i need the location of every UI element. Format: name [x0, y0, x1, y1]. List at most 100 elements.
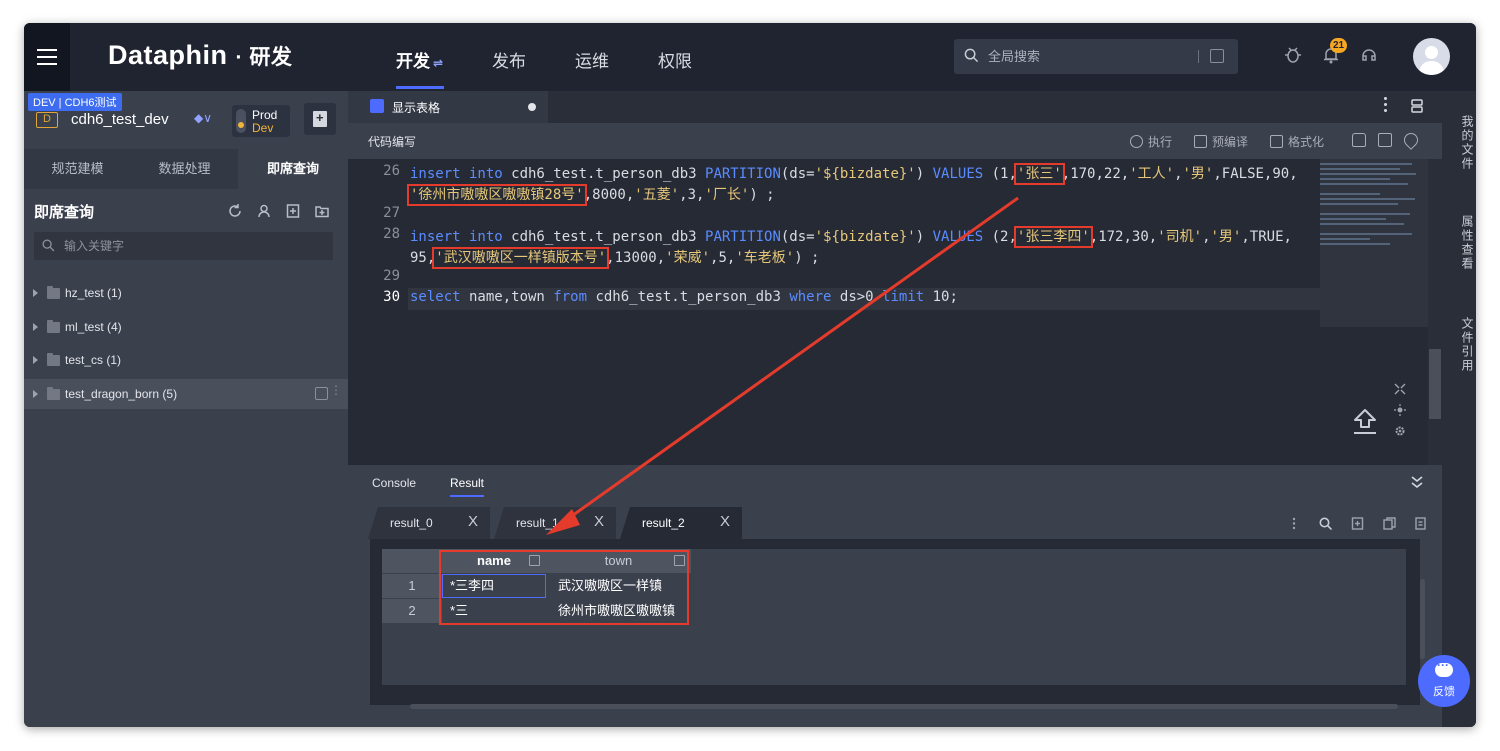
feedback-button[interactable]: 反馈 [1418, 655, 1470, 707]
export-icon[interactable] [1351, 517, 1364, 530]
row-number-header [382, 549, 442, 573]
lock-icon[interactable] [1352, 133, 1366, 147]
code-line: '徐州市嗷嗷区嗷嗷镇28号',8000,'五菱',3,'厂长') ; [407, 184, 775, 206]
file-tab[interactable]: 显示表格 [348, 91, 548, 123]
nav-tab-develop[interactable]: 开发 ⇌ [396, 47, 443, 72]
caret-right-icon[interactable] [33, 289, 38, 297]
code-minimap[interactable] [1320, 159, 1442, 465]
keyword-search-input[interactable] [64, 232, 314, 260]
result-tab-0[interactable]: result_0 X [368, 507, 490, 539]
env-badge: DEV | CDH6测试 [28, 93, 122, 111]
line-number: 30 [383, 289, 400, 305]
highlight-box: '张三李四' [1013, 226, 1093, 248]
run-button[interactable]: 执行 [1130, 133, 1172, 150]
tree-item[interactable]: ml_test (4) [24, 312, 348, 342]
more-icon[interactable] [1292, 517, 1296, 530]
global-search[interactable] [954, 39, 1238, 74]
avatar-head [1425, 46, 1438, 59]
add-file-icon[interactable] [286, 204, 300, 218]
format-icon [1270, 135, 1283, 148]
tab-result[interactable]: Result [450, 476, 484, 490]
panel-title: 即席查询 [34, 204, 95, 221]
code-editor[interactable]: 26 27 28 29 30 insert into cdh6_test.t_p… [348, 159, 1320, 465]
sidebar-item-file-references[interactable]: 文件引用 [1442, 317, 1476, 373]
file-tab-title: 显示表格 [392, 101, 441, 115]
nav-tab-ops[interactable]: 运维 [575, 47, 609, 72]
toggle-track [236, 109, 246, 133]
result-tab-2[interactable]: result_2 X [620, 507, 742, 539]
nav-tab-publish[interactable]: 发布 [492, 47, 526, 72]
new-file-button[interactable] [304, 103, 336, 135]
close-icon[interactable]: X [468, 513, 478, 530]
more-icon[interactable]: ⋮ [330, 384, 342, 396]
folder-icon [47, 285, 60, 299]
code-line: insert into cdh6_test.t_person_db3 PARTI… [410, 226, 1292, 248]
folder-icon [47, 352, 60, 366]
caret-right-icon[interactable] [33, 390, 38, 398]
tree-item[interactable]: test_dragon_born (5) ⋮ [24, 379, 348, 409]
bug-icon[interactable] [1283, 45, 1303, 65]
tab-console[interactable]: Console [372, 476, 416, 490]
keyboard-shortcut-icon[interactable] [1210, 49, 1224, 63]
toggle-knob [238, 122, 244, 128]
add-file-icon[interactable] [315, 387, 328, 400]
format-button[interactable]: 格式化 [1270, 133, 1324, 150]
more-icon[interactable] [1384, 97, 1388, 115]
right-sidebar: 我的文件 属性查看 文件引用 [1442, 91, 1476, 727]
tab-active-indicator [450, 495, 484, 497]
line-number: 29 [383, 268, 400, 284]
collapse-down-icon[interactable] [1410, 475, 1424, 489]
settings-icon[interactable] [1394, 425, 1406, 437]
location-icon[interactable] [1401, 130, 1421, 150]
nav-active-indicator [396, 86, 444, 89]
tree-item[interactable]: test_cs (1) [24, 345, 348, 375]
tab-standard-modeling[interactable]: 规范建模 [24, 149, 131, 189]
caret-right-icon[interactable] [33, 356, 38, 364]
copy-icon[interactable] [1383, 517, 1396, 530]
precompile-button[interactable]: 预编译 [1194, 133, 1248, 150]
chevron-down-icon[interactable]: ◆∨ [194, 111, 212, 125]
upload-icon[interactable] [1350, 407, 1380, 437]
search-icon[interactable] [1319, 517, 1332, 530]
fullscreen-icon[interactable] [1394, 383, 1406, 395]
close-icon[interactable]: X [720, 513, 730, 530]
nav-tab-permission[interactable]: 权限 [658, 47, 692, 72]
sidebar-item-my-files[interactable]: 我的文件 [1442, 115, 1476, 171]
project-selector[interactable]: cdh6_test_dev [71, 111, 169, 128]
precompile-icon [1194, 135, 1207, 148]
grid-horizontal-scrollbar[interactable] [410, 704, 1398, 709]
play-icon [1130, 135, 1143, 148]
close-icon[interactable]: X [594, 513, 604, 530]
download-icon[interactable] [1414, 517, 1427, 530]
help-icon[interactable] [1359, 45, 1379, 65]
unsaved-dot[interactable] [528, 103, 536, 111]
tab-adhoc-query[interactable]: 即席查询 [238, 149, 348, 189]
keyword-search[interactable] [34, 232, 333, 260]
result-tab-1[interactable]: result_1 X [494, 507, 616, 539]
user-avatar[interactable] [1413, 38, 1450, 75]
toggle-prod-label: Prod [252, 108, 278, 122]
caret-right-icon[interactable] [33, 323, 38, 331]
highlight-box [439, 550, 689, 625]
tab-data-processing[interactable]: 数据处理 [131, 149, 238, 189]
brand-logo: Dataphin · 研发 [108, 40, 293, 70]
left-tabs: 规范建模 数据处理 即席查询 [24, 149, 348, 189]
tree-item[interactable]: hz_test (1) [24, 278, 348, 308]
search-divider [1198, 50, 1199, 63]
theme-icon[interactable] [1394, 404, 1406, 416]
menu-button[interactable] [24, 23, 70, 91]
editor-scrollbar-thumb[interactable] [1429, 349, 1441, 419]
code-line: 95,'武汉嗷嗷区一样镇版本号',13000,'荣威',5,'车老板') ; [410, 247, 820, 269]
prod-dev-toggle[interactable]: Prod Dev [232, 105, 290, 137]
grid-vertical-scrollbar[interactable] [1420, 579, 1425, 659]
toggle-dev-label: Dev [252, 121, 274, 135]
left-panel: DEV | CDH6测试 D cdh6_test_dev ◆∨ Prod Dev… [24, 91, 348, 727]
save-icon[interactable] [1378, 133, 1392, 147]
user-filter-icon[interactable] [257, 204, 271, 218]
global-search-input[interactable] [988, 39, 1188, 74]
add-folder-icon[interactable] [315, 204, 329, 218]
sidebar-item-properties[interactable]: 属性查看 [1442, 215, 1476, 271]
folder-icon [47, 319, 60, 333]
layout-icon[interactable] [1410, 99, 1424, 113]
refresh-icon[interactable] [228, 204, 242, 218]
